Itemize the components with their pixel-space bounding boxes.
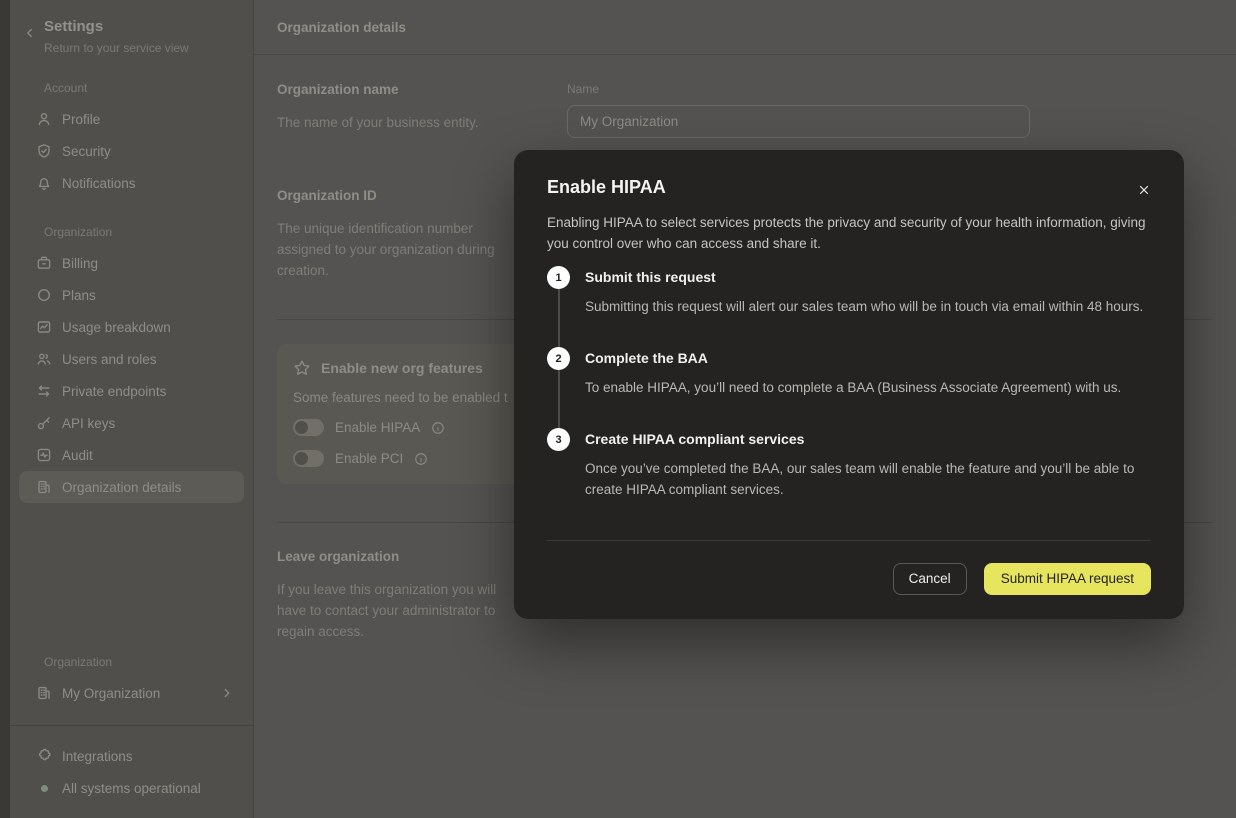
- activity-icon: [36, 447, 52, 463]
- sidebar-item-label: Audit: [62, 448, 93, 463]
- org-name-heading: Organization name: [277, 82, 527, 97]
- sidebar-header: Settings Return to your service view: [10, 0, 253, 55]
- features-card-heading: Enable new org features: [321, 360, 483, 376]
- leave-description: If you leave this organization you will …: [277, 579, 525, 642]
- sidebar-item-audit[interactable]: Audit: [19, 439, 244, 471]
- status-label: All systems operational: [62, 781, 201, 796]
- section-label-account: Account: [18, 81, 245, 95]
- name-field-label: Name: [567, 82, 1212, 96]
- sidebar-item-security[interactable]: Security: [19, 135, 244, 167]
- submit-hipaa-request-button[interactable]: Submit HIPAA request: [984, 563, 1151, 595]
- sidebar-item-label: Billing: [62, 256, 98, 271]
- page-header: Organization details: [254, 0, 1236, 55]
- key-icon: [36, 415, 52, 431]
- org-name-description: The name of your business entity.: [277, 112, 525, 133]
- modal-title: Enable HIPAA: [547, 177, 1151, 198]
- enable-hipaa-toggle[interactable]: [293, 419, 324, 436]
- sidebar-item-profile[interactable]: Profile: [19, 103, 244, 135]
- status-dot-icon: [41, 785, 48, 792]
- billing-bag-icon: [36, 255, 52, 271]
- close-icon[interactable]: [1130, 176, 1158, 204]
- sidebar-item-label: Private endpoints: [62, 384, 166, 399]
- building-icon: [36, 685, 52, 701]
- sidebar-item-usage-breakdown[interactable]: Usage breakdown: [19, 311, 244, 343]
- bell-icon: [36, 175, 52, 191]
- sidebar-item-label: Security: [62, 144, 111, 159]
- sidebar-item-label: API keys: [62, 416, 115, 431]
- step-1-title: Submit this request: [585, 269, 1143, 285]
- sidebar-item-organization-details[interactable]: Organization details: [19, 471, 244, 503]
- enable-pci-label: Enable PCI: [335, 451, 403, 466]
- step-2-title: Complete the BAA: [585, 350, 1121, 366]
- back-chevron-icon[interactable]: [23, 26, 37, 40]
- org-switcher-label: My Organization: [62, 686, 160, 701]
- org-id-description: The unique identification number assigne…: [277, 218, 525, 281]
- section-label-organization: Organization: [18, 225, 245, 239]
- chevron-right-icon: [220, 686, 234, 700]
- sidebar-item-users-and-roles[interactable]: Users and roles: [19, 343, 244, 375]
- settings-sidebar: Settings Return to your service view Acc…: [10, 0, 254, 818]
- sidebar-item-label: Plans: [62, 288, 96, 303]
- info-icon[interactable]: [414, 452, 428, 466]
- enable-hipaa-modal: Enable HIPAA Enabling HIPAA to select se…: [514, 150, 1184, 619]
- step-1-body: Submitting this request will alert our s…: [585, 296, 1143, 317]
- organization-nav: Billing Plans Usage breakdown Users and …: [10, 247, 253, 503]
- info-icon[interactable]: [431, 421, 445, 435]
- sidebar-item-billing[interactable]: Billing: [19, 247, 244, 279]
- step-3: 3 Create HIPAA compliant services Once y…: [547, 428, 1151, 500]
- sidebar-divider: [10, 725, 253, 726]
- sidebar-item-private-endpoints[interactable]: Private endpoints: [19, 375, 244, 407]
- sidebar-item-api-keys[interactable]: API keys: [19, 407, 244, 439]
- step-2: 2 Complete the BAA To enable HIPAA, you’…: [547, 347, 1151, 428]
- puzzle-icon: [36, 748, 52, 764]
- users-icon: [36, 351, 52, 367]
- enable-pci-toggle[interactable]: [293, 450, 324, 467]
- sidebar-item-plans[interactable]: Plans: [19, 279, 244, 311]
- star-icon: [293, 359, 311, 377]
- step-3-number: 3: [547, 428, 570, 451]
- enable-hipaa-label: Enable HIPAA: [335, 420, 420, 435]
- sidebar-item-label: Usage breakdown: [62, 320, 171, 335]
- cancel-button[interactable]: Cancel: [893, 563, 967, 595]
- step-2-number: 2: [547, 347, 570, 370]
- page-title: Organization details: [277, 20, 406, 35]
- modal-description: Enabling HIPAA to select services protec…: [547, 212, 1151, 254]
- sidebar-title: Settings: [44, 17, 189, 37]
- sidebar-subtitle[interactable]: Return to your service view: [44, 41, 189, 55]
- organization-name-input[interactable]: [567, 105, 1030, 138]
- account-nav: Profile Security Notifications: [10, 103, 253, 199]
- organization-name-section: Organization name The name of your busin…: [277, 82, 1212, 138]
- org-switcher[interactable]: My Organization: [19, 677, 244, 709]
- bottom-organization-label: Organization: [18, 655, 245, 669]
- sidebar-item-notifications[interactable]: Notifications: [19, 167, 244, 199]
- modal-steps: 1 Submit this request Submitting this re…: [547, 266, 1151, 500]
- circle-icon: [36, 287, 52, 303]
- usage-chart-icon: [36, 319, 52, 335]
- shield-check-icon: [36, 143, 52, 159]
- org-id-heading: Organization ID: [277, 188, 527, 203]
- sidebar-org-switcher-block: Organization My Organization: [10, 655, 253, 709]
- step-1: 1 Submit this request Submitting this re…: [547, 266, 1151, 347]
- modal-footer-divider: [547, 540, 1151, 541]
- sidebar-item-integrations[interactable]: Integrations: [19, 740, 244, 772]
- step-2-body: To enable HIPAA, you’ll need to complete…: [585, 377, 1121, 398]
- step-3-title: Create HIPAA compliant services: [585, 431, 1145, 447]
- building-icon: [36, 479, 52, 495]
- sidebar-item-label: Notifications: [62, 176, 136, 191]
- modal-footer: Cancel Submit HIPAA request: [547, 563, 1151, 595]
- sidebar-item-label: Integrations: [62, 749, 133, 764]
- sidebar-item-label: Profile: [62, 112, 100, 127]
- left-edge-panel: [0, 0, 10, 818]
- user-icon: [36, 111, 52, 127]
- sidebar-item-label: Users and roles: [62, 352, 157, 367]
- system-status-item[interactable]: All systems operational: [19, 772, 244, 804]
- step-3-body: Once you’ve completed the BAA, our sales…: [585, 458, 1145, 500]
- swap-arrows-icon: [36, 383, 52, 399]
- sidebar-footer: Integrations All systems operational: [10, 740, 253, 818]
- sidebar-item-label: Organization details: [62, 480, 181, 495]
- step-1-number: 1: [547, 266, 570, 289]
